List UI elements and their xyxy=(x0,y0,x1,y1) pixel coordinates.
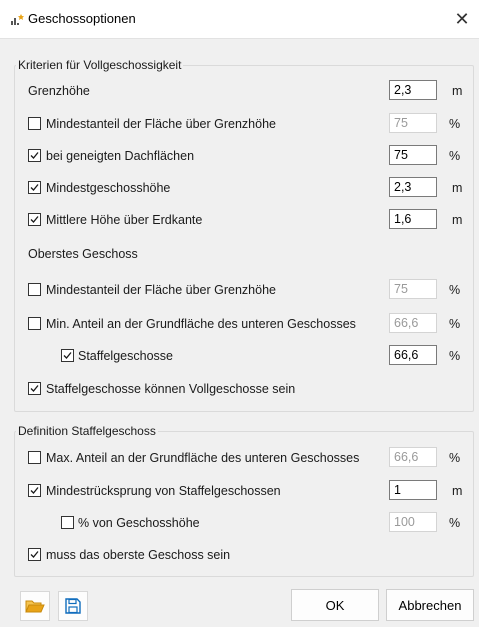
mittlere-hoehe-unit: m xyxy=(452,213,463,227)
row-max-anteil-grundflaeche: Max. Anteil an der Grundfläche des unter… xyxy=(0,447,479,469)
app-icon xyxy=(11,14,24,25)
prozent-geschosshoehe-checkbox[interactable] xyxy=(61,516,74,529)
max-anteil-grundflaeche-label: Max. Anteil an der Grundfläche des unter… xyxy=(46,451,360,465)
min-anteil-grundflaeche-unit: % xyxy=(449,317,461,331)
max-anteil-grundflaeche-unit: % xyxy=(449,451,461,465)
staffelgeschosse-unit: % xyxy=(449,349,461,363)
row-grenzhoehe: Grenzhöhe m xyxy=(0,80,479,102)
oberstes-mindestanteil-label: Mindestanteil der Fläche über Grenzhöhe xyxy=(46,283,276,297)
mindestgeschosshoehe-label: Mindestgeschosshöhe xyxy=(46,181,171,195)
mindestanteil-unit: % xyxy=(449,117,461,131)
window-title: Geschossoptionen xyxy=(28,11,136,26)
mindestanteil-input[interactable] xyxy=(389,113,437,133)
mittlere-hoehe-label: Mittlere Höhe über Erdkante xyxy=(46,213,203,227)
cancel-button[interactable]: Abbrechen xyxy=(386,589,474,621)
mindestanteil-checkbox[interactable] xyxy=(28,117,41,130)
geneigte-dachflaechen-checkbox[interactable] xyxy=(28,149,41,162)
min-anteil-grundflaeche-label: Min. Anteil an der Grundfläche des unter… xyxy=(46,317,356,331)
min-anteil-grundflaeche-checkbox[interactable] xyxy=(28,317,41,330)
floppy-disk-icon xyxy=(65,598,81,614)
checkmark-icon xyxy=(30,385,39,392)
group-vollgeschossigkeit-label: Kriterien für Vollgeschossigkeit xyxy=(16,58,184,72)
grenzhoehe-unit: m xyxy=(452,84,463,98)
button-bar: OK Abbrechen xyxy=(0,585,479,627)
checkmark-icon xyxy=(30,487,39,494)
min-anteil-grundflaeche-input[interactable] xyxy=(389,313,437,333)
oberstes-mindestanteil-checkbox[interactable] xyxy=(28,283,41,296)
staffelgeschosse-label: Staffelgeschosse xyxy=(78,349,173,363)
row-geneigte-dachflaechen: bei geneigten Dachflächen % xyxy=(0,145,479,167)
mindestgeschosshoehe-unit: m xyxy=(452,181,463,195)
oberstes-geschoss-heading: Oberstes Geschoss xyxy=(28,247,138,261)
checkmark-icon xyxy=(30,216,39,223)
mindestruecksprung-unit: m xyxy=(452,484,463,498)
checkmark-icon xyxy=(30,152,39,159)
geneigte-dachflaechen-unit: % xyxy=(449,149,461,163)
save-button[interactable] xyxy=(58,591,88,621)
checkmark-icon xyxy=(63,352,72,359)
ok-button[interactable]: OK xyxy=(291,589,379,621)
mindestruecksprung-label: Mindestrücksprung von Staffelgeschossen xyxy=(46,484,281,498)
checkmark-icon xyxy=(30,184,39,191)
staffel-vollgeschosse-checkbox[interactable] xyxy=(28,382,41,395)
oberstes-geschoss-sein-label: muss das oberste Geschoss sein xyxy=(46,548,231,562)
row-min-anteil-grundflaeche: Min. Anteil an der Grundfläche des unter… xyxy=(0,313,479,335)
staffel-vollgeschosse-label: Staffelgeschosse können Vollgeschosse se… xyxy=(46,382,296,396)
max-anteil-grundflaeche-input[interactable] xyxy=(389,447,437,467)
row-mindestanteil: Mindestanteil der Fläche über Grenzhöhe … xyxy=(0,113,479,135)
mindestanteil-label: Mindestanteil der Fläche über Grenzhöhe xyxy=(46,117,276,131)
prozent-geschosshoehe-label: % von Geschosshöhe xyxy=(78,516,200,530)
oberstes-mindestanteil-input[interactable] xyxy=(389,279,437,299)
folder-open-icon xyxy=(25,600,45,613)
prozent-geschosshoehe-unit: % xyxy=(449,516,461,530)
grenzhoehe-input[interactable] xyxy=(389,80,437,100)
mindestgeschosshoehe-input[interactable] xyxy=(389,177,437,197)
row-prozent-geschosshoehe: % von Geschosshöhe % xyxy=(0,512,479,534)
geneigte-dachflaechen-input[interactable] xyxy=(389,145,437,165)
mindestruecksprung-checkbox[interactable] xyxy=(28,484,41,497)
grenzhoehe-label: Grenzhöhe xyxy=(28,84,90,98)
mittlere-hoehe-checkbox[interactable] xyxy=(28,213,41,226)
row-mittlere-hoehe: Mittlere Höhe über Erdkante m xyxy=(0,209,479,231)
geneigte-dachflaechen-label: bei geneigten Dachflächen xyxy=(46,149,195,163)
row-staffel-vollgeschosse: Staffelgeschosse können Vollgeschosse se… xyxy=(0,378,479,400)
max-anteil-grundflaeche-checkbox[interactable] xyxy=(28,451,41,464)
row-oberstes-mindestanteil: Mindestanteil der Fläche über Grenzhöhe … xyxy=(0,279,479,301)
open-button[interactable] xyxy=(20,591,50,621)
row-staffelgeschosse: Staffelgeschosse % xyxy=(0,345,479,367)
oberstes-mindestanteil-unit: % xyxy=(449,283,461,297)
mindestgeschosshoehe-checkbox[interactable] xyxy=(28,181,41,194)
staffelgeschosse-input[interactable] xyxy=(389,345,437,365)
title-bar: Geschossoptionen ✕ xyxy=(0,0,479,39)
staffelgeschosse-checkbox[interactable] xyxy=(61,349,74,362)
checkmark-icon xyxy=(30,551,39,558)
row-mindestgeschosshoehe: Mindestgeschosshöhe m xyxy=(0,177,479,199)
prozent-geschosshoehe-input[interactable] xyxy=(389,512,437,532)
close-icon: ✕ xyxy=(454,8,470,29)
close-button[interactable]: ✕ xyxy=(445,0,479,38)
row-mindestruecksprung: Mindestrücksprung von Staffelgeschossen … xyxy=(0,480,479,502)
oberstes-geschoss-sein-checkbox[interactable] xyxy=(28,548,41,561)
group-definition-staffelgeschoss-label: Definition Staffelgeschoss xyxy=(16,424,158,438)
mindestruecksprung-input[interactable] xyxy=(389,480,437,500)
mittlere-hoehe-input[interactable] xyxy=(389,209,437,229)
row-oberstes-geschoss-sein: muss das oberste Geschoss sein xyxy=(0,544,479,566)
